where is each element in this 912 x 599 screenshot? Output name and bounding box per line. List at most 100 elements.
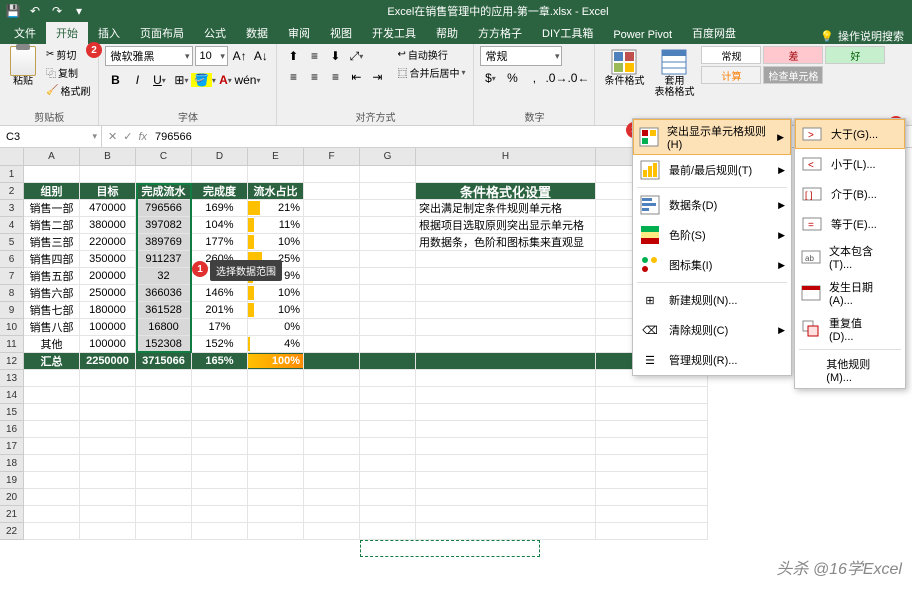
cell[interactable]: [192, 421, 248, 438]
cell[interactable]: [24, 370, 80, 387]
fx-icon[interactable]: fx: [138, 131, 147, 143]
tab-diy[interactable]: DIY工具箱: [532, 22, 603, 44]
submenu-duplicate[interactable]: 重复值(D)...: [795, 311, 905, 347]
cell[interactable]: [192, 387, 248, 404]
cell[interactable]: [136, 166, 192, 183]
cell[interactable]: [360, 268, 416, 285]
submenu-between[interactable]: [ ] 介于(B)...: [795, 179, 905, 209]
cell[interactable]: 目标: [80, 183, 136, 200]
cell[interactable]: [24, 455, 80, 472]
cell[interactable]: [248, 438, 304, 455]
cell[interactable]: 169%: [192, 200, 248, 217]
cell[interactable]: [24, 438, 80, 455]
row-header-4[interactable]: 4: [0, 217, 24, 234]
align-bottom-icon[interactable]: ⬇: [325, 46, 345, 66]
submenu-less-than[interactable]: < 小于(L)...: [795, 149, 905, 179]
comma-format-icon[interactable]: ,: [524, 68, 544, 88]
format-table-button[interactable]: 套用 表格格式: [651, 46, 697, 125]
cell[interactable]: [248, 472, 304, 489]
style-calc[interactable]: 计算: [701, 66, 761, 84]
cell[interactable]: [192, 404, 248, 421]
cell[interactable]: [248, 506, 304, 523]
decrease-decimal-icon[interactable]: .0←: [568, 68, 588, 88]
cell[interactable]: 10%: [248, 285, 304, 302]
bold-button[interactable]: B: [105, 70, 125, 90]
merge-center-button[interactable]: ⿴合并后居中: [395, 64, 467, 81]
cell[interactable]: [416, 319, 596, 336]
tab-formulas[interactable]: 公式: [194, 22, 236, 44]
cell[interactable]: 流水占比: [248, 183, 304, 200]
cell[interactable]: [248, 166, 304, 183]
cell[interactable]: [192, 166, 248, 183]
cell[interactable]: [596, 438, 708, 455]
increase-indent-icon[interactable]: ⇥: [367, 67, 387, 87]
align-right-icon[interactable]: ≡: [325, 67, 345, 87]
cell[interactable]: [80, 455, 136, 472]
row-header-16[interactable]: 16: [0, 421, 24, 438]
align-middle-icon[interactable]: ≡: [304, 46, 324, 66]
cell[interactable]: [416, 251, 596, 268]
phonetic-button[interactable]: wén: [237, 70, 257, 90]
cell[interactable]: 165%: [192, 353, 248, 370]
cell[interactable]: [136, 472, 192, 489]
cell[interactable]: [304, 438, 360, 455]
cell[interactable]: [360, 183, 416, 200]
cell[interactable]: 突出满足制定条件规则单元格: [416, 200, 596, 217]
cell[interactable]: [360, 353, 416, 370]
row-header-20[interactable]: 20: [0, 489, 24, 506]
cell[interactable]: [360, 319, 416, 336]
cell[interactable]: [192, 472, 248, 489]
wrap-text-button[interactable]: ↩自动换行: [395, 46, 467, 63]
row-header-18[interactable]: 18: [0, 455, 24, 472]
style-bad[interactable]: 差: [763, 46, 823, 64]
cell[interactable]: 销售二部: [24, 217, 80, 234]
increase-decimal-icon[interactable]: .0→: [546, 68, 566, 88]
cell[interactable]: 361528: [136, 302, 192, 319]
cell[interactable]: [416, 302, 596, 319]
cell[interactable]: 104%: [192, 217, 248, 234]
row-header-19[interactable]: 19: [0, 472, 24, 489]
cell[interactable]: [304, 302, 360, 319]
cell[interactable]: 380000: [80, 217, 136, 234]
tab-file[interactable]: 文件: [4, 22, 46, 44]
cell[interactable]: [360, 370, 416, 387]
cell[interactable]: 100%: [248, 353, 304, 370]
cell[interactable]: [248, 523, 304, 540]
cell[interactable]: [248, 387, 304, 404]
confirm-formula-icon[interactable]: ✓: [123, 130, 132, 143]
cell[interactable]: [596, 506, 708, 523]
cell[interactable]: 其他: [24, 336, 80, 353]
cell[interactable]: 用数据条，色阶和图标集来直观显: [416, 234, 596, 251]
cell[interactable]: 177%: [192, 234, 248, 251]
cell[interactable]: [192, 438, 248, 455]
cell[interactable]: [416, 489, 596, 506]
cell[interactable]: [596, 489, 708, 506]
cell[interactable]: [136, 489, 192, 506]
cell[interactable]: 17%: [192, 319, 248, 336]
cell[interactable]: [192, 506, 248, 523]
cell[interactable]: 完成流水: [136, 183, 192, 200]
cell[interactable]: [304, 217, 360, 234]
cell[interactable]: 组别: [24, 183, 80, 200]
cell[interactable]: 201%: [192, 302, 248, 319]
cell[interactable]: [596, 472, 708, 489]
copy-button[interactable]: ⿻复制: [44, 64, 92, 81]
cell[interactable]: 完成度: [192, 183, 248, 200]
cell[interactable]: [596, 421, 708, 438]
cell[interactable]: [248, 421, 304, 438]
cell[interactable]: [360, 472, 416, 489]
cell[interactable]: [304, 234, 360, 251]
tab-home[interactable]: 开始: [46, 22, 88, 44]
cell[interactable]: [304, 319, 360, 336]
cell[interactable]: 200000: [80, 268, 136, 285]
col-header-F[interactable]: F: [304, 148, 360, 166]
row-header-22[interactable]: 22: [0, 523, 24, 540]
cell[interactable]: 10%: [248, 302, 304, 319]
cell[interactable]: 汇总: [24, 353, 80, 370]
cell[interactable]: [304, 455, 360, 472]
cell[interactable]: [416, 268, 596, 285]
submenu-equal[interactable]: = 等于(E)...: [795, 209, 905, 239]
increase-font-icon[interactable]: A↑: [230, 46, 249, 66]
tab-data[interactable]: 数据: [236, 22, 278, 44]
tell-me[interactable]: 💡操作说明搜索: [820, 28, 912, 44]
